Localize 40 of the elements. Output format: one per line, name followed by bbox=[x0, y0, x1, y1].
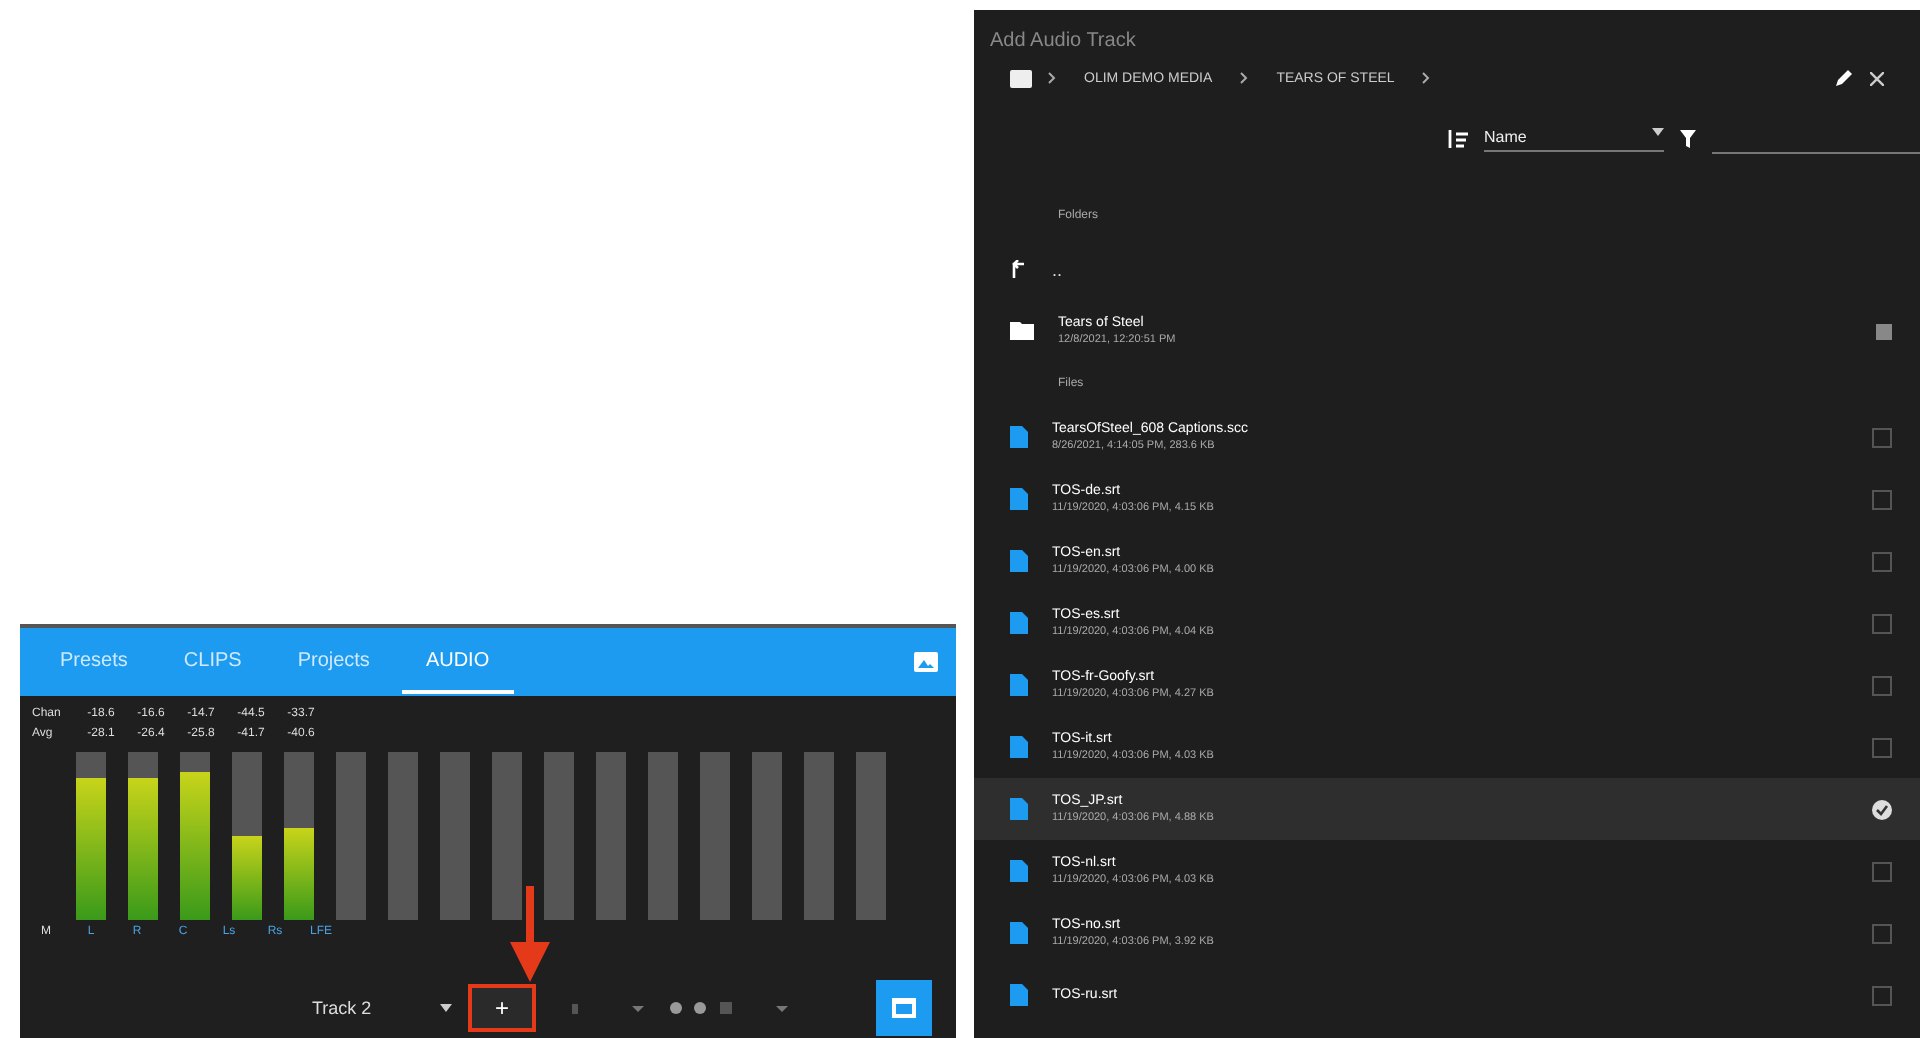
checkbox[interactable] bbox=[1872, 737, 1892, 757]
chevron-icon bbox=[1240, 72, 1249, 84]
checkbox[interactable] bbox=[1872, 985, 1892, 1005]
folder-icon bbox=[1010, 322, 1034, 340]
file-icon bbox=[1010, 736, 1028, 758]
checkbox[interactable] bbox=[1872, 861, 1892, 881]
parent-folder-item[interactable]: .. bbox=[1052, 259, 1063, 279]
file-icon bbox=[1010, 984, 1028, 1006]
close-icon[interactable] bbox=[1870, 71, 1884, 85]
file-icon bbox=[1010, 860, 1028, 882]
checkbox[interactable] bbox=[1872, 489, 1892, 509]
file-icon bbox=[1010, 674, 1028, 696]
dialog-title: Add Audio Track bbox=[988, 28, 1138, 56]
image-icon[interactable] bbox=[912, 650, 940, 674]
panel-button[interactable] bbox=[876, 980, 932, 1036]
checkbox[interactable] bbox=[1872, 923, 1892, 943]
caret-icon bbox=[440, 1004, 452, 1012]
checkbox[interactable] bbox=[1872, 799, 1892, 819]
add-button[interactable]: + bbox=[468, 984, 536, 1032]
checkbox[interactable] bbox=[1872, 427, 1892, 447]
sort-icon bbox=[1448, 130, 1468, 148]
chevron-icon bbox=[1048, 72, 1056, 84]
window-icon bbox=[890, 996, 918, 1020]
file-icon bbox=[1010, 612, 1028, 634]
chevron-icon bbox=[1422, 72, 1431, 84]
track-select[interactable]: Track 2 bbox=[312, 998, 452, 1018]
file-icon bbox=[1010, 426, 1028, 448]
sort-select[interactable]: Name bbox=[1484, 127, 1664, 151]
up-arrow-icon bbox=[1010, 260, 1028, 278]
checkbox[interactable] bbox=[1872, 613, 1892, 633]
file-icon bbox=[1010, 922, 1028, 944]
filter-icon[interactable] bbox=[1680, 130, 1696, 148]
file-icon bbox=[1010, 488, 1028, 510]
caret-icon bbox=[1652, 127, 1664, 135]
file-icon bbox=[1010, 798, 1028, 820]
checkbox[interactable] bbox=[1872, 675, 1892, 695]
pencil-icon[interactable] bbox=[1834, 68, 1854, 88]
checkbox[interactable] bbox=[1872, 551, 1892, 571]
arrow-annotation bbox=[510, 886, 550, 982]
file-icon bbox=[1010, 550, 1028, 572]
